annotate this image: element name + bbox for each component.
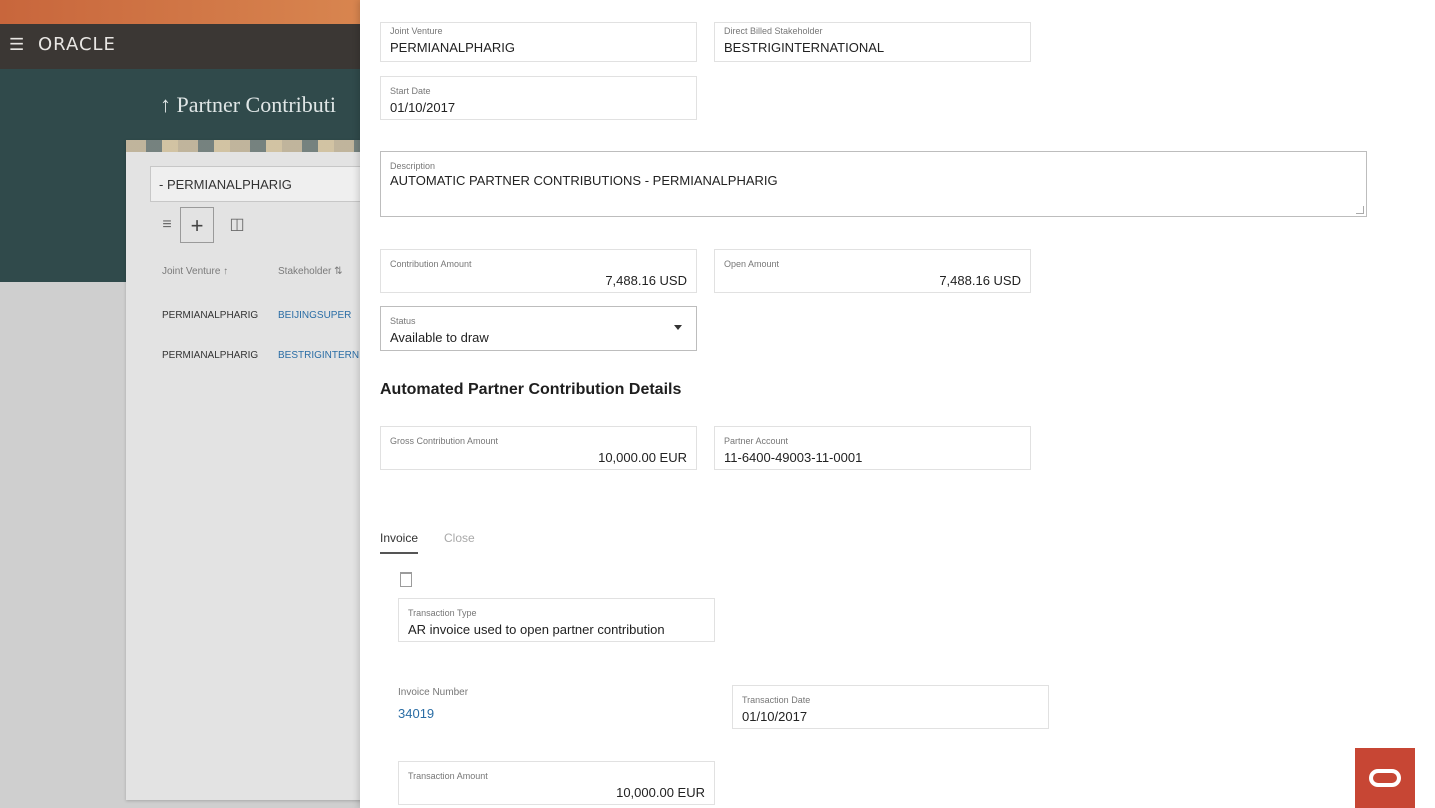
direct-billed-value: BESTRIGINTERNATIONAL [724, 40, 885, 55]
resize-handle-icon[interactable] [1356, 206, 1364, 214]
transaction-date-label: Transaction Date [742, 695, 811, 705]
direct-billed-label: Direct Billed Stakeholder [724, 26, 823, 36]
start-date-value: 01/10/2017 [390, 100, 456, 115]
hamburger-icon[interactable]: ☰ [9, 35, 24, 55]
trash-icon[interactable] [400, 572, 412, 587]
row-stakeholder-link[interactable]: BESTRIGINTERN [278, 350, 359, 361]
status-label: Status [390, 316, 416, 326]
trash-icon[interactable]: ◫ [220, 207, 254, 243]
contribution-amount-field: Contribution Amount 7,488.16 USD [380, 249, 697, 293]
row-joint-venture: PERMIANALPHARIG [162, 350, 259, 361]
transaction-date-field: Transaction Date 01/10/2017 [732, 685, 1049, 729]
filter-icon[interactable]: ≡ [150, 207, 184, 243]
tab-close[interactable]: Close [444, 531, 475, 545]
start-date-label: Start Date [390, 86, 431, 96]
contribution-amount-label: Contribution Amount [390, 259, 472, 269]
column-header-stakeholder[interactable]: Stakeholder ⇅ [278, 266, 343, 277]
partner-account-label: Partner Account [724, 436, 789, 446]
status-value[interactable]: Available to draw [390, 330, 489, 345]
contributions-list-card: - PERMIANALPHARIG ≡ + ◫ Joint Venture ↑ … [126, 140, 366, 800]
gross-amount-label: Gross Contribution Amount [390, 436, 499, 446]
transaction-amount-value: 10,000.00 EUR [616, 785, 705, 800]
gross-amount-value: 10,000.00 EUR [598, 450, 687, 465]
partner-account-value: 11-6400-49003-11-0001 [724, 450, 863, 465]
description-label: Description [390, 161, 436, 171]
oracle-logo: ORACLE [38, 34, 116, 55]
direct-billed-stakeholder-field: Direct Billed Stakeholder BESTRIGINTERNA… [714, 22, 1031, 62]
section-title: Automated Partner Contribution Details [380, 381, 682, 398]
row-joint-venture: PERMIANALPHARIG [162, 310, 259, 321]
column-header-joint-venture[interactable]: Joint Venture ↑ [162, 266, 228, 277]
partner-account-field: Partner Account 11-6400-49003-11-0001 [714, 426, 1031, 470]
invoice-number-link[interactable]: 34019 [398, 706, 434, 721]
description-value[interactable]: AUTOMATIC PARTNER CONTRIBUTIONS - PERMIA… [390, 173, 778, 188]
open-amount-label: Open Amount [724, 259, 780, 269]
card-decoration [126, 140, 366, 152]
transaction-type-value: AR invoice used to open partner contribu… [408, 622, 665, 637]
status-select[interactable]: Status Available to draw [380, 306, 697, 351]
invoice-number-label: Invoice Number [398, 687, 469, 698]
start-date-field: Start Date 01/10/2017 [380, 76, 697, 120]
open-amount-value: 7,488.16 USD [939, 273, 1021, 288]
oracle-o-icon [1369, 769, 1401, 787]
oracle-assistant-button[interactable] [1355, 748, 1415, 808]
contribution-amount-value: 7,488.16 USD [605, 273, 687, 288]
joint-venture-filter-input[interactable]: - PERMIANALPHARIG [150, 166, 366, 202]
gross-contribution-amount-field: Gross Contribution Amount 10,000.00 EUR [380, 426, 697, 470]
description-textarea[interactable]: Description AUTOMATIC PARTNER CONTRIBUTI… [380, 151, 1367, 217]
transaction-type-field: Transaction Type AR invoice used to open… [398, 598, 715, 642]
joint-venture-field: Joint Venture PERMIANALPHARIG [380, 22, 697, 62]
app-header: ☰ ORACLE [0, 24, 360, 69]
open-amount-field: Open Amount 7,488.16 USD [714, 249, 1031, 293]
add-button[interactable]: + [180, 207, 214, 243]
joint-venture-label: Joint Venture [390, 26, 443, 36]
tab-invoice[interactable]: Invoice [380, 531, 419, 554]
transaction-type-label: Transaction Type [408, 608, 477, 618]
row-stakeholder-link[interactable]: BEIJINGSUPER [278, 310, 351, 321]
page-title[interactable]: ↑ Partner Contributi [160, 92, 336, 118]
transaction-amount-label: Transaction Amount [408, 771, 488, 781]
transaction-amount-field: Transaction Amount 10,000.00 EUR [398, 761, 715, 805]
transaction-date-value: 01/10/2017 [742, 709, 808, 724]
joint-venture-value: PERMIANALPHARIG [390, 40, 515, 55]
chevron-down-icon[interactable] [674, 325, 682, 330]
contribution-detail-drawer: Joint Venture PERMIANALPHARIG Direct Bil… [360, 0, 1435, 808]
